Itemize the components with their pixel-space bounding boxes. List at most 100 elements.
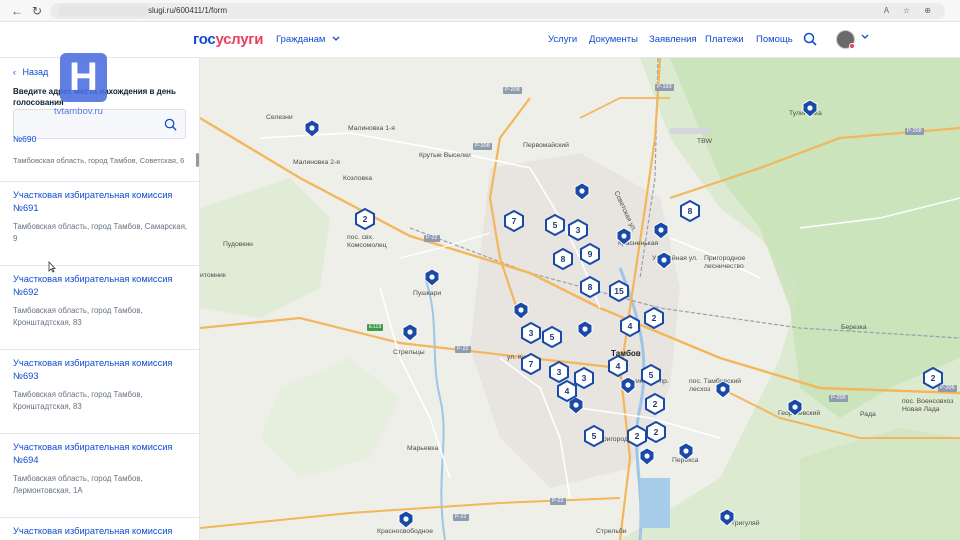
polling-station-marker[interactable] (574, 182, 590, 201)
list-item-title[interactable]: Участковая избирательная комиссия №692 (13, 273, 188, 299)
polling-station-marker[interactable] (715, 380, 731, 399)
cluster-count: 9 (587, 249, 593, 259)
polling-station-marker[interactable] (577, 320, 593, 339)
polling-cluster-marker[interactable]: 15 (609, 280, 629, 302)
back-label: Назад (22, 67, 49, 77)
nav-applications[interactable]: Заявления (649, 34, 697, 45)
list-item-title[interactable]: Участковая избирательная комиссия №691 (13, 189, 188, 215)
nav-help[interactable]: Помощь (756, 34, 793, 45)
polling-cluster-marker[interactable]: 2 (646, 421, 666, 443)
cluster-count: 8 (687, 206, 693, 216)
list-item[interactable]: Участковая избирательная комиссия (0, 517, 199, 540)
nav-payments[interactable]: Платежи (705, 34, 744, 45)
map-label: Малиновка 1-я (348, 125, 395, 132)
road-shield: Р-22 (550, 498, 566, 505)
polling-cluster-marker[interactable]: 4 (557, 380, 577, 402)
list-item[interactable]: Участковая избирательная комиссия №694 Т… (0, 433, 199, 517)
map-label: Малиновка 2-я (293, 159, 340, 166)
cluster-count: 3 (581, 373, 587, 383)
polling-station-marker[interactable] (424, 268, 440, 287)
browser-toolbar: ← ↻ slugi.ru/600411/1/form A ☆ ⊕ (0, 0, 960, 22)
polling-station-marker[interactable] (513, 301, 529, 320)
list-item-address: Тамбовская область, город Тамбов, Советс… (13, 156, 185, 165)
citizens-menu-label: Гражданам (276, 34, 326, 45)
cluster-count: 15 (614, 286, 624, 296)
reload-icon[interactable]: ↻ (30, 4, 44, 18)
list-item-address: Тамбовская область, город Тамбов, Кроншт… (13, 306, 143, 327)
map-label: Пригородное лесничество (704, 255, 746, 270)
polling-cluster-marker[interactable]: 3 (574, 367, 594, 389)
list-item-title[interactable]: Участковая избирательная комиссия (13, 525, 188, 538)
polling-cluster-marker[interactable]: 2 (355, 208, 375, 230)
notification-dot (849, 43, 855, 49)
polling-station-marker[interactable] (402, 323, 418, 342)
list-item[interactable]: Участковая избирательная комиссия №691 Т… (0, 181, 199, 265)
address-url: slugi.ru/600411/1/form (148, 6, 228, 15)
polling-cluster-marker[interactable]: 8 (680, 200, 700, 222)
polling-station-marker[interactable] (653, 221, 669, 240)
watermark-text: tvtambov.ru (54, 106, 103, 117)
polling-station-marker[interactable] (398, 510, 414, 529)
browser-actions[interactable]: A ☆ ⊕ (884, 3, 937, 19)
search-icon[interactable] (803, 32, 817, 46)
back-link[interactable]: ‹ Назад (13, 67, 48, 77)
polling-cluster-marker[interactable]: 2 (644, 307, 664, 329)
polling-cluster-marker[interactable]: 9 (580, 243, 600, 265)
cluster-count: 8 (560, 254, 566, 264)
blurred-url-region (58, 5, 148, 17)
scrollbar[interactable] (196, 153, 199, 167)
search-icon[interactable] (164, 118, 177, 131)
polling-cluster-marker[interactable]: 4 (608, 355, 628, 377)
map-label: Селезни (266, 114, 293, 121)
polling-station-marker[interactable] (620, 376, 636, 395)
map[interactable]: Селезни Малиновка 1-я Малиновка 2-я Крут… (200, 58, 960, 540)
polling-station-marker[interactable] (802, 99, 818, 118)
polling-station-marker[interactable] (678, 442, 694, 461)
polling-cluster-marker[interactable]: 5 (542, 326, 562, 348)
list-item[interactable]: Участковая избирательная комиссия №692 Т… (0, 265, 199, 349)
polling-cluster-marker[interactable]: 2 (923, 367, 943, 389)
polling-cluster-marker[interactable]: 4 (620, 315, 640, 337)
polling-cluster-marker[interactable]: 7 (504, 210, 524, 232)
chevron-down-icon[interactable] (861, 34, 869, 40)
logo-part-2: услуги (215, 31, 264, 48)
nav-documents[interactable]: Документы (589, 34, 638, 45)
cluster-count: 2 (653, 427, 659, 437)
list-item-title[interactable]: №690 (13, 134, 36, 144)
nav-services[interactable]: Услуги (548, 34, 577, 45)
polling-cluster-marker[interactable]: 3 (521, 322, 541, 344)
polling-station-marker[interactable] (304, 119, 320, 138)
map-label: Рада (860, 411, 876, 418)
cluster-count: 3 (575, 225, 581, 235)
chevron-down-icon (332, 36, 340, 41)
road-shield: Р-22 (453, 514, 469, 521)
map-label: Стрельцы (393, 349, 425, 356)
polling-cluster-marker[interactable]: 5 (641, 364, 661, 386)
list-item[interactable]: Участковая избирательная комиссия №693 Т… (0, 349, 199, 433)
polling-cluster-marker[interactable]: 8 (580, 276, 600, 298)
polling-cluster-marker[interactable]: 7 (521, 353, 541, 375)
polling-cluster-marker[interactable]: 8 (553, 248, 573, 270)
road-shield: Р-193 (655, 84, 674, 91)
list-item-title[interactable]: Участковая избирательная комиссия №694 (13, 441, 188, 467)
list-item-title[interactable]: Участковая избирательная комиссия №693 (13, 357, 188, 383)
citizens-menu[interactable]: Гражданам (276, 34, 340, 45)
polling-cluster-marker[interactable]: 5 (584, 425, 604, 447)
polling-cluster-marker[interactable]: 3 (568, 219, 588, 241)
polling-station-marker[interactable] (639, 447, 655, 466)
polling-cluster-marker[interactable]: 5 (545, 214, 565, 236)
cluster-count: 2 (362, 214, 368, 224)
cluster-count: 5 (648, 370, 654, 380)
address-bar[interactable]: slugi.ru/600411/1/form A ☆ ⊕ (50, 3, 945, 19)
road-shield: Е119 (367, 324, 384, 331)
polling-cluster-marker[interactable]: 2 (627, 425, 647, 447)
road-shield: Р-208 (503, 87, 522, 94)
polling-station-marker[interactable] (656, 251, 672, 270)
back-nav-icon[interactable]: ← (10, 4, 24, 18)
polling-cluster-marker[interactable]: 2 (645, 393, 665, 415)
polling-station-marker[interactable] (787, 398, 803, 417)
gosuslugi-logo[interactable]: госуслуги (193, 31, 263, 48)
polling-station-marker[interactable] (616, 227, 632, 246)
list-item-address: Тамбовская область, город Тамбов, Кроншт… (13, 390, 143, 411)
polling-station-marker[interactable] (719, 508, 735, 527)
